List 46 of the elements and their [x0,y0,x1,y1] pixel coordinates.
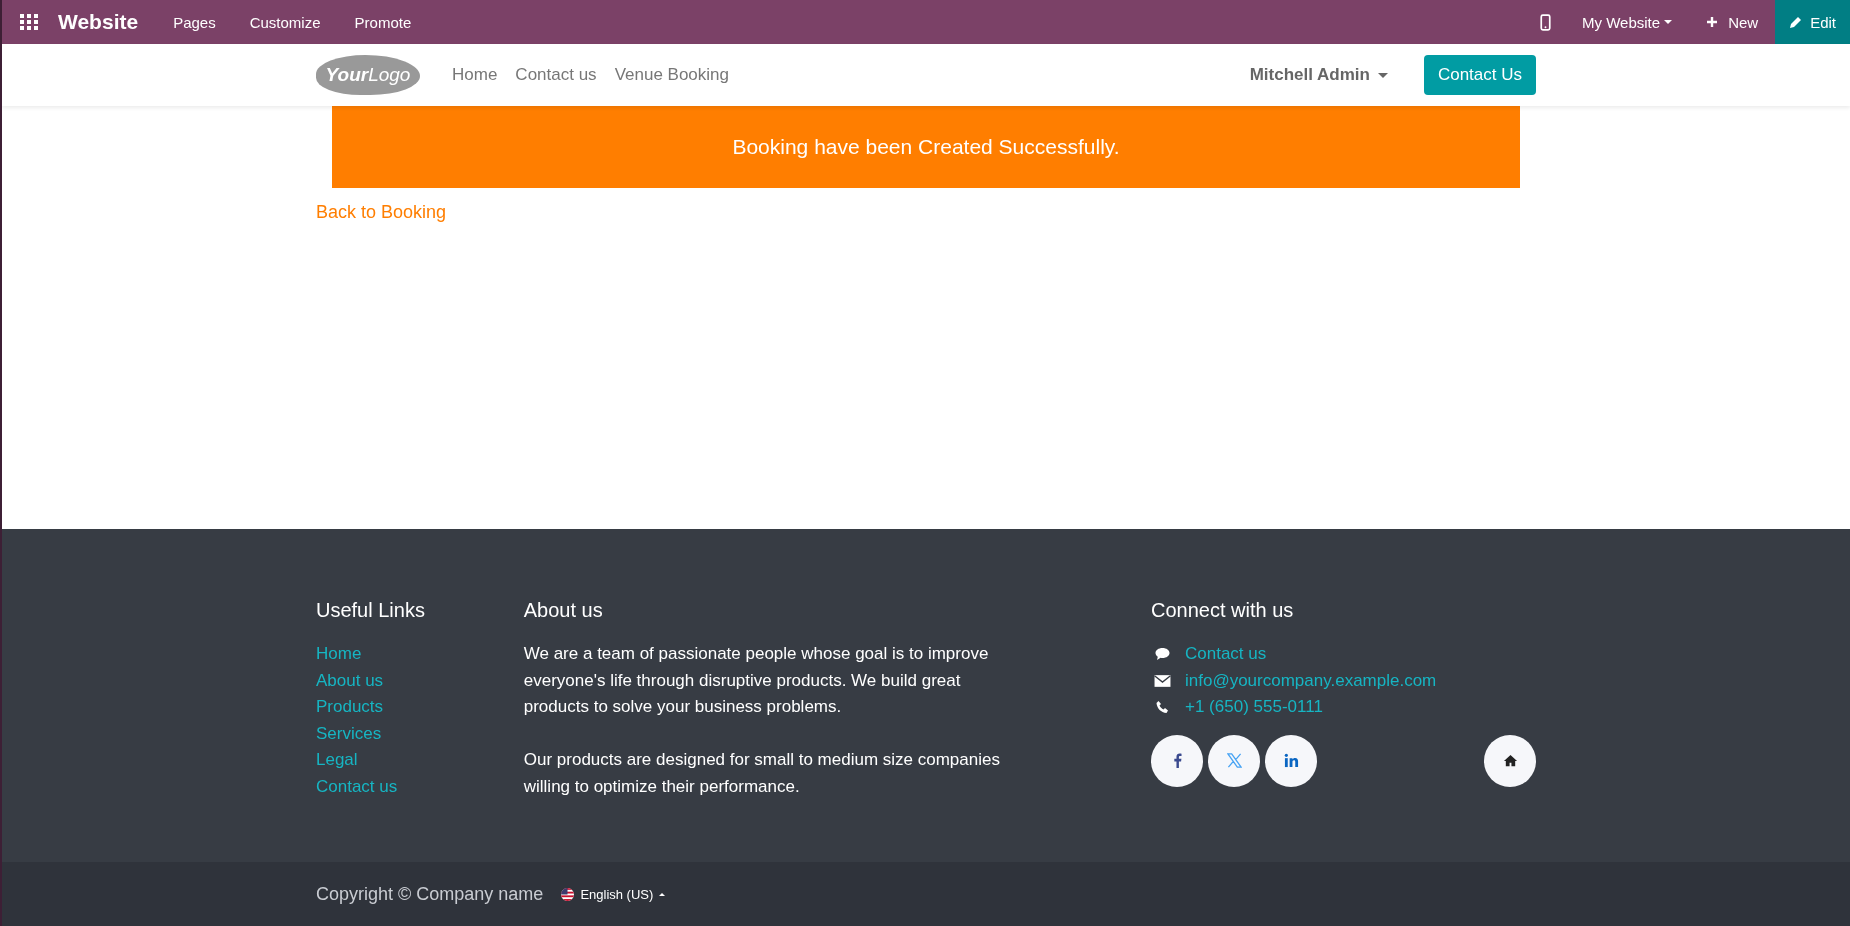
plus-icon [1706,16,1719,28]
footer-link[interactable]: Legal [316,747,358,774]
footer-heading: About us [523,599,604,623]
top-menu-item[interactable]: Promote [337,13,429,31]
apps-grid-icon[interactable] [20,14,38,30]
copyright-text: Copyright © Company name [316,883,544,905]
linkedin-icon [1283,753,1299,768]
logo[interactable]: YourLogo [316,55,420,95]
edit-button[interactable]: Edit [1775,0,1850,44]
home-button[interactable] [1484,734,1536,787]
footer-link[interactable]: Contact us [316,773,398,800]
contact-link[interactable]: info@yourcompany.example.com [1185,667,1437,694]
chat-bubble-icon [1154,647,1171,662]
contact-link[interactable]: Contact us [1185,641,1267,668]
nav-link[interactable]: Venue Booking [614,65,729,85]
flag-icon [561,887,575,901]
envelope-icon [1154,673,1171,688]
nav-link[interactable]: Contact us [515,65,597,85]
new-button[interactable]: New [1689,13,1776,31]
top-menu-item[interactable]: Pages [156,13,233,31]
back-link[interactable]: Back to Booking [316,202,447,223]
footer-link[interactable]: Products [316,694,384,721]
about-paragraph: We are a team of passionate people whose goal is to improve everyone's life through disruptive products. We build great products to solve your business problems. [523,643,990,718]
contact-us-button[interactable]: Contact Us [1423,55,1536,95]
footer-heading: Connect with us [1151,599,1295,623]
footer-heading: Useful Links [316,599,425,623]
pencil-icon [1789,15,1804,29]
language-selector[interactable]: English (US) [561,886,666,902]
website-switcher[interactable]: My Website [1565,13,1690,31]
top-menu-item[interactable]: Customize [232,13,338,31]
contact-link[interactable]: +1 (650) 555-0111 [1185,694,1323,721]
x-button[interactable] [1208,734,1260,787]
mobile-phone-icon[interactable] [1540,13,1552,31]
about-paragraph: Our products are designed for small to medium size companies willing to optimize their performance. [523,749,1001,798]
footer-link[interactable]: Services [316,720,382,747]
app-name: Website [58,10,139,34]
alert-message: Booking have been Created Successfully. [732,135,1120,159]
footer-link[interactable]: About us [316,667,384,694]
nav-link[interactable]: Home [452,65,498,85]
facebook-button[interactable] [1151,734,1203,787]
x-icon [1226,753,1242,768]
user-menu[interactable]: Mitchell Admin [1249,65,1388,85]
linkedin-button[interactable] [1265,734,1317,787]
home-icon [1502,753,1518,768]
footer-link[interactable]: Home [316,641,362,668]
phone-icon [1154,700,1171,715]
